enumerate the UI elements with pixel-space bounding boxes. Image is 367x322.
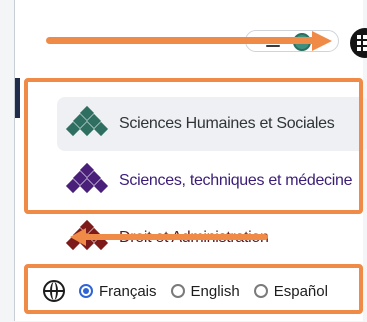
- annotation-box-categories: [24, 78, 363, 214]
- annotation-arrow: [46, 37, 316, 44]
- annotation-strike-arrowhead: [70, 228, 86, 246]
- annotation-arrowhead: [312, 31, 332, 51]
- apps-button[interactable]: [350, 28, 367, 58]
- annotation-box-languages: [24, 264, 363, 314]
- annotation-strike-arrow: [78, 234, 268, 240]
- grid-icon: [357, 35, 367, 51]
- sidebar-edge: [15, 78, 20, 118]
